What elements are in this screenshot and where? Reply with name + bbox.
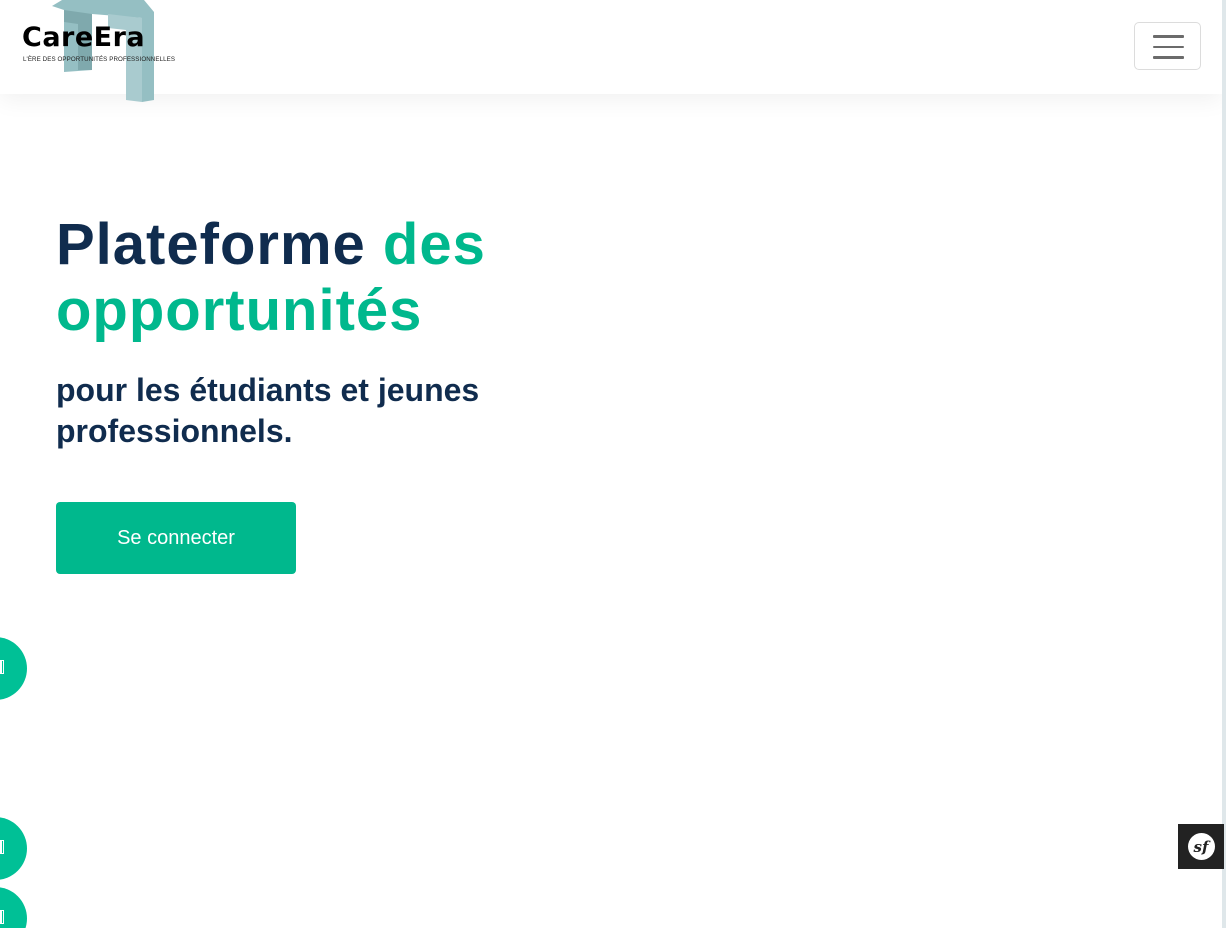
hero-subtitle: pour les étudiants et jeunes professionn… [56,372,480,449]
brand-tagline: L'ÈRE DES OPPORTUNITÉS PROFESSIONNELLES [23,56,176,63]
menu-toggle-button[interactable] [1134,22,1201,70]
brand-name: CareEra [22,22,146,53]
missing-glyph-icon [0,910,4,924]
symfony-icon: sf [1187,833,1215,860]
brand-logo[interactable]: CareEra L'ÈRE DES OPPORTUNITÉS PROFESSIO… [22,0,192,104]
missing-glyph-icon [0,660,4,674]
symfony-debug-toolbar-toggle[interactable]: sf [1178,824,1224,869]
login-button[interactable]: Se connecter [56,502,296,574]
floating-action-button-3[interactable] [0,887,27,928]
page-scroll-edge [1222,0,1226,928]
floating-action-button-2[interactable] [0,817,27,880]
hero-title-part1: Plateforme [56,212,366,277]
hamburger-menu-icon [1153,35,1184,38]
hero-title: Plateforme des opportunités [56,212,576,344]
hamburger-menu-icon-bar [1153,45,1184,48]
hamburger-menu-icon-bar [1153,56,1184,59]
missing-glyph-icon [0,840,4,854]
floating-action-button-1[interactable] [0,637,27,700]
